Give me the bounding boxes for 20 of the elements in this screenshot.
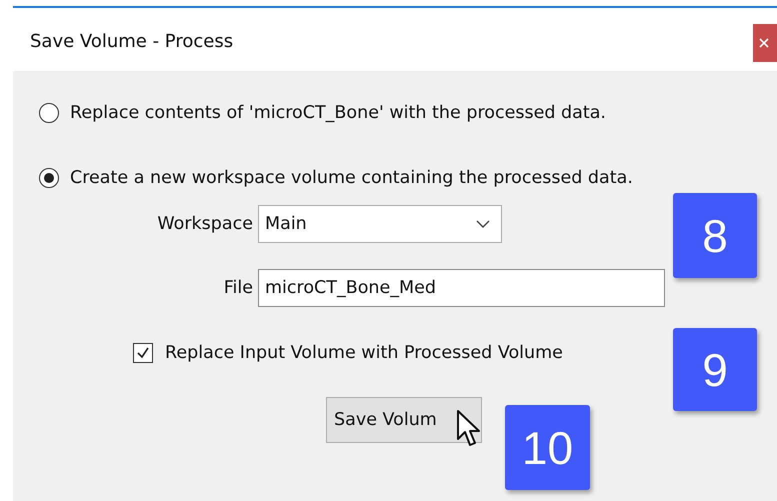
close-icon [759,38,769,48]
file-field[interactable]: microCT_Bone_Med [258,269,665,307]
checkbox[interactable] [133,343,153,363]
check-icon [135,345,151,361]
radio-button[interactable] [39,168,59,188]
save-button[interactable]: Save Volum [326,397,482,443]
chevron-icon [475,219,491,229]
option-label: Create a new workspace volume containing the processed data. [70,168,633,188]
checkbox-label: Replace Input Volume with Processed Volume [165,343,563,363]
cursor-icon [456,409,482,449]
step-badge: 10 [505,405,590,490]
window-title: Save Volume - Process [30,31,234,52]
radio-button[interactable] [39,103,59,123]
field-label: Workspace [156,214,254,234]
step-badge: 9 [673,328,757,411]
field-label: File [222,278,254,298]
close-button[interactable] [753,24,777,62]
workspace-dropdown[interactable]: Main [258,205,502,243]
step-badge: 8 [673,193,757,278]
option-label: Replace contents of 'microCT_Bone' with the processed data. [70,103,606,123]
